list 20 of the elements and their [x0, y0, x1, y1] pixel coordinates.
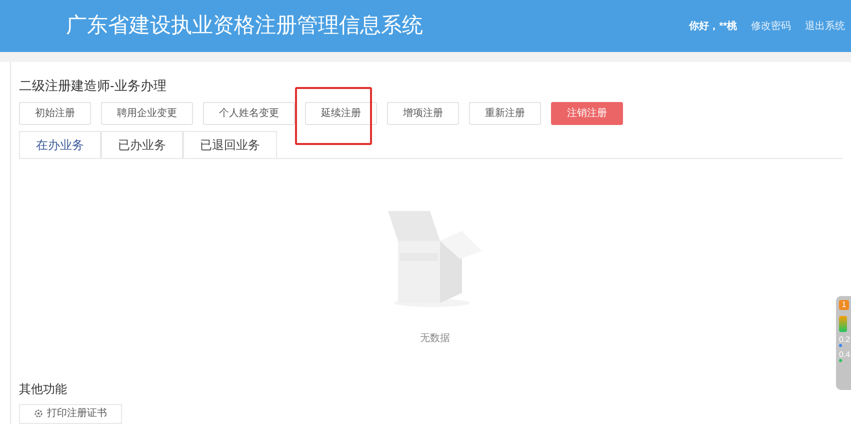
action-button[interactable]: 个人姓名变更	[203, 102, 295, 124]
action-button[interactable]: 延续注册	[305, 102, 377, 124]
tab[interactable]: 已办业务	[101, 130, 183, 158]
action-button[interactable]: 重新注册	[469, 102, 541, 124]
gear-icon	[34, 409, 43, 418]
system-title: 广东省建设执业资格注册管理信息系统	[66, 13, 423, 40]
tab[interactable]: 已退回业务	[183, 130, 277, 158]
action-button[interactable]: 初始注册	[19, 102, 91, 124]
tab[interactable]: 在办业务	[19, 130, 101, 158]
reading: 0.4	[839, 350, 851, 359]
other-title: 其他功能	[19, 380, 68, 398]
gauge-icon	[839, 316, 847, 332]
print-button[interactable]: 打印注册证书	[19, 404, 122, 424]
reading: 0.2	[839, 335, 851, 344]
section-title: 二级注册建造师-业务办理	[19, 77, 168, 95]
action-button[interactable]: 增项注册	[387, 102, 459, 124]
badge: 1	[839, 300, 849, 310]
action-button[interactable]: 聘用企业变更	[101, 102, 193, 124]
user-greeting: 你好，**桃	[689, 20, 737, 34]
empty-text: 无数据	[420, 332, 450, 346]
